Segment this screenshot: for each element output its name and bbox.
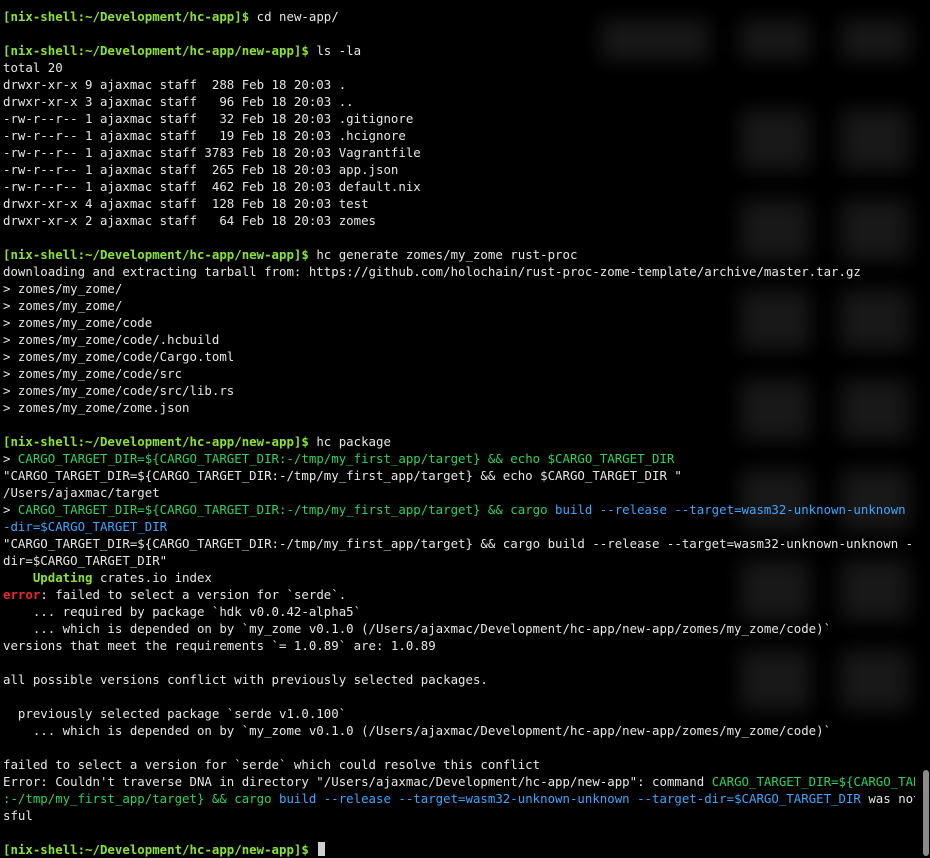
scrollbar-thumb[interactable] (923, 770, 929, 856)
file-line: > zomes/my_zome/code/src/lib.rs (3, 383, 235, 398)
text-cursor (318, 842, 326, 856)
shell-prompt: [nix-shell:~/Development/hc-app/new-app]… (3, 43, 309, 58)
ls-line: drwxr-xr-x 2 ajaxmac staff 64 Feb 18 20:… (3, 213, 376, 228)
ls-line: -rw-r--r-- 1 ajaxmac staff 32 Feb 18 20:… (3, 111, 414, 126)
command-green-text: CARGO_TARGET_DIR=${CARGO_TARGET_DIR (711, 774, 915, 789)
shell-prompt: [nix-shell:~/Development/hc-app]$ (3, 9, 250, 24)
output-line: downloading and extracting tarball from:… (3, 264, 861, 279)
output-line: "CARGO_TARGET_DIR=${CARGO_TARGET_DIR:-/t… (3, 536, 915, 551)
file-line: > zomes/my_zome/zome.json (3, 400, 190, 415)
terminal-line: > CARGO_TARGET_DIR=${CARGO_TARGET_DIR:-/… (3, 501, 915, 518)
error-label: error (3, 587, 41, 602)
terminal-line: [nix-shell:~/Development/hc-app/new-app]… (3, 433, 915, 450)
command-text: cd new-app/ (249, 9, 339, 24)
output-text: crates.io index (92, 570, 212, 585)
command-blue-text: -dir=$CARGO_TARGET_DIR (3, 519, 168, 534)
shell-prompt: [nix-shell:~/Development/hc-app/new-app]… (3, 434, 309, 449)
ls-line: -rw-r--r-- 1 ajaxmac staff 19 Feb 18 20:… (3, 128, 406, 143)
output-line: dir=$CARGO_TARGET_DIR" (3, 553, 168, 568)
output-line: previously selected package `serde v1.0.… (3, 706, 347, 721)
output-line: total 20 (3, 60, 63, 75)
terminal-line: > CARGO_TARGET_DIR=${CARGO_TARGET_DIR:-/… (3, 450, 915, 467)
output-line: failed to select a version for `serde` w… (3, 757, 541, 772)
command-green-text: CARGO_TARGET_DIR=${CARGO_TARGET_DIR:-/tm… (17, 451, 675, 466)
ls-line: drwxr-xr-x 3 ajaxmac staff 96 Feb 18 20:… (3, 94, 354, 109)
command-input[interactable] (309, 842, 316, 857)
file-line: > zomes/my_zome/code/.hcbuild (3, 332, 220, 347)
output-line: ... which is depended on by `my_zome v0.… (3, 723, 832, 738)
terminal-line: [nix-shell:~/Development/hc-app/new-app]… (3, 42, 915, 59)
output-line: versions that meet the requirements `= 1… (3, 638, 436, 653)
file-line: > zomes/my_zome/code/src (3, 366, 183, 381)
terminal-line: -dir=$CARGO_TARGET_DIR (3, 518, 915, 535)
file-line: > zomes/my_zome/code/Cargo.toml (3, 349, 235, 364)
command-green-text: CARGO_TARGET_DIR=${CARGO_TARGET_DIR:-/tm… (17, 502, 556, 517)
output-line: sful (3, 808, 33, 823)
shell-prompt: [nix-shell:~/Development/hc-app/new-app]… (3, 842, 309, 857)
ls-line: drwxr-xr-x 4 ajaxmac staff 128 Feb 18 20… (3, 196, 369, 211)
file-line: > zomes/my_zome/code (3, 315, 153, 330)
updating-label: Updating (32, 570, 93, 585)
arrow-marker: > (3, 451, 18, 466)
output-line: ... required by package `hdk v0.0.42-alp… (3, 604, 362, 619)
shell-prompt: [nix-shell:~/Development/hc-app/new-app]… (3, 247, 309, 262)
ls-line: -rw-r--r-- 1 ajaxmac staff 3783 Feb 18 2… (3, 145, 421, 160)
output-line: all possible versions conflict with prev… (3, 672, 488, 687)
ls-line: -rw-r--r-- 1 ajaxmac staff 265 Feb 18 20… (3, 162, 399, 177)
command-blue-text: build --release --target=wasm32-unknown-… (279, 791, 861, 806)
output-text: Error: Couldn't traverse DNA in director… (3, 774, 712, 789)
terminal-output[interactable]: [nix-shell:~/Development/hc-app]$ cd new… (3, 8, 915, 858)
ls-line: drwxr-xr-x 9 ajaxmac staff 288 Feb 18 20… (3, 77, 347, 92)
command-text: hc generate zomes/my_zome rust-proc (308, 247, 578, 262)
terminal-line: Updating crates.io index (3, 569, 915, 586)
terminal-line: error: failed to select a version for `s… (3, 586, 915, 603)
terminal-line: :-/tmp/my_first_app/target} && cargo bui… (3, 790, 915, 807)
command-green-text: :-/tmp/my_first_app/target} && cargo (3, 791, 280, 806)
output-line: "CARGO_TARGET_DIR=${CARGO_TARGET_DIR:-/t… (3, 468, 682, 483)
output-text: was not succes (868, 791, 915, 806)
ls-line: -rw-r--r-- 1 ajaxmac staff 462 Feb 18 20… (3, 179, 421, 194)
command-text: hc package (308, 434, 391, 449)
output-line: /Users/ajaxmac/target (3, 485, 160, 500)
file-line: > zomes/my_zome/ (3, 298, 123, 313)
terminal-line: [nix-shell:~/Development/hc-app/new-app]… (3, 246, 915, 263)
file-line: > zomes/my_zome/ (3, 281, 123, 296)
terminal-line: [nix-shell:~/Development/hc-app/new-app]… (3, 841, 915, 858)
command-blue-text: build --release --target=wasm32-unknown-… (555, 502, 915, 517)
terminal-line: Error: Couldn't traverse DNA in director… (3, 773, 915, 790)
output-line: ... which is depended on by `my_zome v0.… (3, 621, 832, 636)
output-text: : failed to select a version for `serde`… (40, 587, 347, 602)
arrow-marker: > (3, 502, 18, 517)
terminal-line: [nix-shell:~/Development/hc-app]$ cd new… (3, 8, 915, 25)
command-text: ls -la (308, 43, 362, 58)
terminal-window[interactable]: [nix-shell:~/Development/hc-app]$ cd new… (0, 0, 930, 858)
